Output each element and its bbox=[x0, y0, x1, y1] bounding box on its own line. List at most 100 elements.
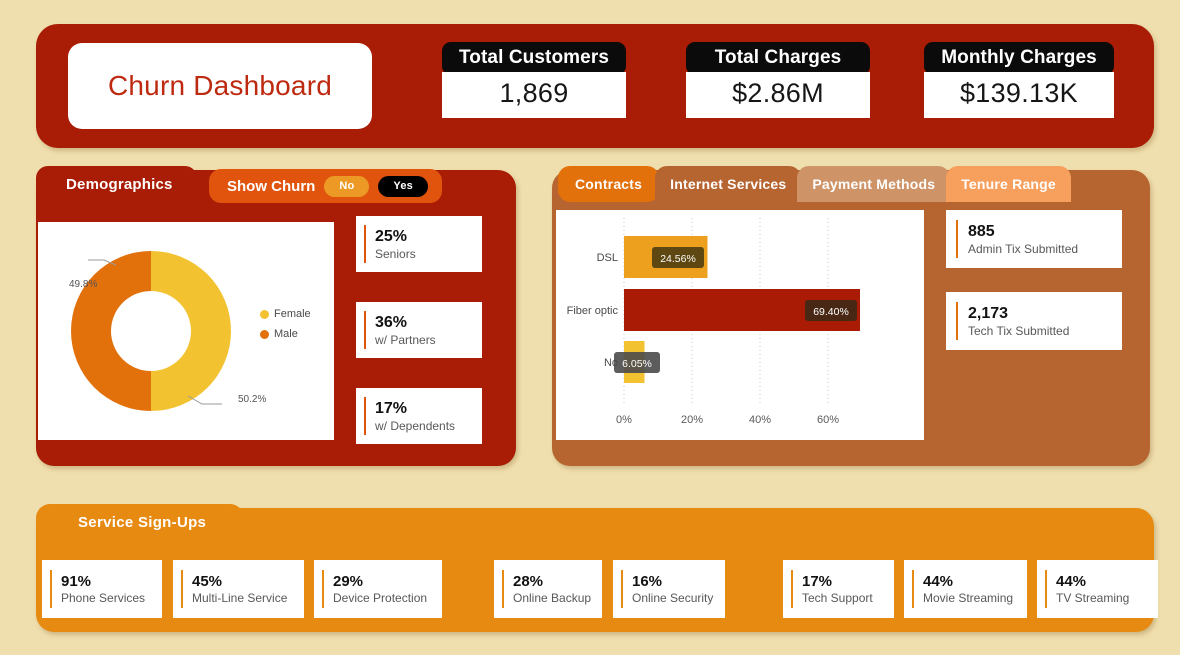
donut-legend: Female Male bbox=[260, 308, 311, 340]
service-label: Multi-Line Service bbox=[192, 591, 288, 605]
bar-value-fiber-optic: 69.40% bbox=[813, 306, 849, 318]
service-label: Device Protection bbox=[333, 591, 428, 605]
service-value: 44% bbox=[1056, 573, 1087, 590]
tab-service-signups-label: Service Sign-Ups bbox=[78, 513, 207, 531]
donut-label-female: 50.2% bbox=[238, 394, 267, 405]
service-value: 17% bbox=[802, 573, 833, 590]
stat-accent-bar bbox=[364, 225, 366, 263]
bar-value-no: 6.05% bbox=[622, 358, 652, 370]
service-value: 29% bbox=[333, 573, 364, 590]
legend-label-male: Male bbox=[274, 328, 298, 340]
gender-donut-chart: 49.8% 50.2% bbox=[56, 236, 266, 426]
stat-value: 2,173 bbox=[968, 304, 1009, 322]
xtick-0: 0% bbox=[616, 414, 632, 426]
stat-value: 25% bbox=[375, 227, 408, 245]
tab-payment-methods[interactable]: Payment Methods bbox=[797, 166, 951, 202]
bar-category-fiber-optic: Fiber optic bbox=[567, 305, 619, 317]
legend-swatch-female bbox=[260, 309, 269, 319]
service-label: Online Backup bbox=[513, 591, 592, 605]
service-card-tv-streaming: 44% TV Streaming bbox=[1037, 560, 1158, 618]
service-value: 44% bbox=[923, 573, 954, 590]
contracts-tab-bar: Contracts Internet Services Payment Meth… bbox=[558, 166, 1071, 202]
donut-slice-male bbox=[71, 251, 151, 411]
xtick-20: 20% bbox=[681, 414, 703, 426]
stat-label: w/ Partners bbox=[375, 332, 436, 347]
service-card-phone-services: 91% Phone Services bbox=[42, 560, 162, 618]
stat-card-dependents: 17% w/ Dependents bbox=[356, 388, 482, 444]
service-accent-bar bbox=[502, 570, 504, 608]
xtick-40: 40% bbox=[749, 414, 771, 426]
dashboard-title-card: Churn Dashboard bbox=[68, 43, 372, 129]
tab-demographics[interactable]: Demographics bbox=[36, 166, 197, 202]
service-accent-bar bbox=[322, 570, 324, 608]
service-accent-bar bbox=[912, 570, 914, 608]
stat-card-admin-tix: 885 Admin Tix Submitted bbox=[946, 210, 1122, 268]
service-value: 45% bbox=[192, 573, 223, 590]
kpi-label: Monthly Charges bbox=[924, 42, 1114, 75]
service-value: 16% bbox=[632, 573, 663, 590]
service-accent-bar bbox=[791, 570, 793, 608]
stat-value: 885 bbox=[968, 222, 995, 240]
service-card-device-protection: 29% Device Protection bbox=[314, 560, 442, 618]
kpi-total-customers: Total Customers 1,869 bbox=[442, 42, 626, 118]
stat-card-tech-tix: 2,173 Tech Tix Submitted bbox=[946, 292, 1122, 350]
tab-tenure-range-label: Tenure Range bbox=[961, 176, 1056, 192]
gender-donut-card: 49.8% 50.2% Female Male bbox=[38, 222, 334, 440]
stat-accent-bar bbox=[956, 302, 958, 340]
bar-value-dsl: 24.56% bbox=[660, 253, 696, 265]
tab-internet-services[interactable]: Internet Services bbox=[655, 166, 802, 202]
header-panel: Churn Dashboard Total Customers 1,869 To… bbox=[36, 24, 1154, 148]
bar-category-dsl: DSL bbox=[597, 252, 618, 264]
xtick-60: 60% bbox=[817, 414, 839, 426]
dashboard-canvas: Churn Dashboard Total Customers 1,869 To… bbox=[0, 0, 1180, 655]
service-card-online-backup: 28% Online Backup bbox=[494, 560, 602, 618]
internet-service-bar-chart: 24.56% 69.40% 6.05% DSL Fiber optic No 0… bbox=[567, 218, 860, 426]
donut-svg bbox=[71, 251, 231, 411]
demographics-stats: 25% Seniors 36% w/ Partners 17% w/ Depen… bbox=[356, 216, 482, 474]
show-churn-option-no[interactable]: No bbox=[324, 175, 370, 197]
service-accent-bar bbox=[621, 570, 623, 608]
bar-category-no: No bbox=[604, 357, 618, 369]
stat-value: 17% bbox=[375, 399, 408, 417]
donut-label-male: 49.8% bbox=[69, 279, 98, 290]
service-value: 91% bbox=[61, 573, 92, 590]
tab-demographics-label: Demographics bbox=[66, 175, 173, 193]
tab-tenure-range[interactable]: Tenure Range bbox=[946, 166, 1071, 202]
tab-internet-services-label: Internet Services bbox=[670, 176, 787, 192]
kpi-label: Total Customers bbox=[442, 42, 626, 75]
stat-accent-bar bbox=[364, 397, 366, 435]
legend-item-male: Male bbox=[260, 328, 311, 340]
stat-label: w/ Dependents bbox=[375, 418, 456, 433]
tab-service-signups[interactable]: Service Sign-Ups bbox=[36, 504, 245, 540]
stat-label: Admin Tix Submitted bbox=[968, 241, 1079, 256]
legend-label-female: Female bbox=[274, 308, 311, 320]
show-churn-option-yes[interactable]: Yes bbox=[378, 175, 428, 197]
legend-swatch-male bbox=[260, 329, 269, 339]
service-label: Tech Support bbox=[802, 591, 873, 605]
show-churn-toggle[interactable]: Show Churn No Yes bbox=[209, 169, 442, 203]
service-signups-cards: 91% Phone Services 45% Multi-Line Servic… bbox=[42, 560, 1158, 618]
service-accent-bar bbox=[50, 570, 52, 608]
stat-card-partners: 36% w/ Partners bbox=[356, 302, 482, 358]
stat-accent-bar bbox=[364, 311, 366, 349]
kpi-value: 1,869 bbox=[442, 72, 626, 118]
service-label: TV Streaming bbox=[1056, 591, 1130, 605]
kpi-monthly-charges: Monthly Charges $139.13K bbox=[924, 42, 1114, 118]
contracts-stats: 885 Admin Tix Submitted 2,173 Tech Tix S… bbox=[946, 210, 1122, 374]
tab-contracts-label: Contracts bbox=[575, 176, 643, 192]
service-label: Phone Services bbox=[61, 591, 146, 605]
donut-slice-female bbox=[151, 251, 231, 411]
service-accent-bar bbox=[1045, 570, 1047, 608]
stat-card-seniors: 25% Seniors bbox=[356, 216, 482, 272]
stat-label: Tech Tix Submitted bbox=[968, 323, 1070, 338]
stat-label: Seniors bbox=[375, 246, 416, 261]
show-churn-label: Show Churn bbox=[227, 177, 316, 195]
tab-contracts[interactable]: Contracts bbox=[558, 166, 660, 202]
kpi-value: $139.13K bbox=[924, 72, 1114, 118]
kpi-total-charges: Total Charges $2.86M bbox=[686, 42, 870, 118]
kpi-label: Total Charges bbox=[686, 42, 870, 75]
service-card-movie-streaming: 44% Movie Streaming bbox=[904, 560, 1027, 618]
service-card-online-security: 16% Online Security bbox=[613, 560, 725, 618]
service-label: Online Security bbox=[632, 591, 714, 605]
service-accent-bar bbox=[181, 570, 183, 608]
